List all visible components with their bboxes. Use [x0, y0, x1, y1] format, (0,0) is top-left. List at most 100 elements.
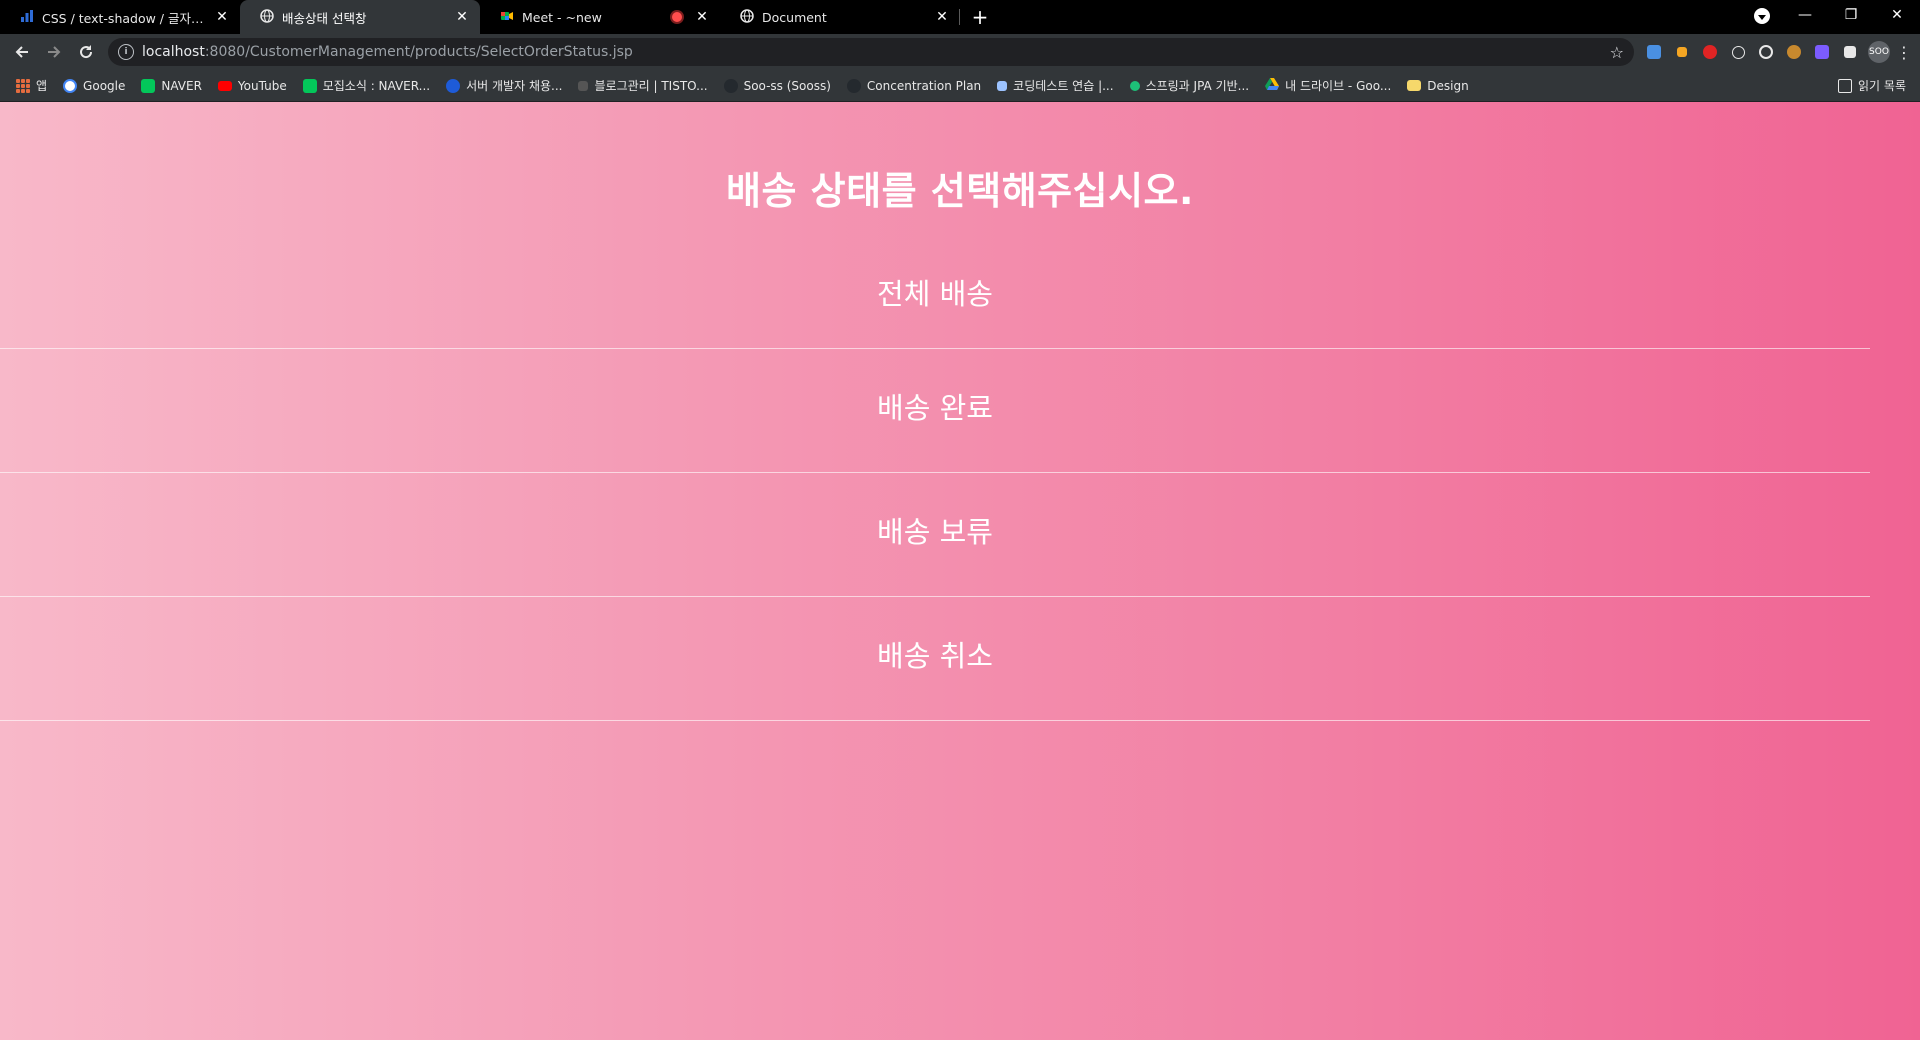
- react-devtools-icon[interactable]: [1725, 39, 1751, 65]
- inflearn-icon: [1129, 80, 1140, 91]
- window-controls: — ❐ ✕: [1782, 0, 1920, 30]
- bookmark-label: 코딩테스트 연습 |...: [1013, 79, 1114, 93]
- arrow-left-icon: [15, 46, 28, 58]
- address-bar[interactable]: i localhost:8080/CustomerManagement/prod…: [108, 38, 1634, 66]
- profile-avatar[interactable]: SOO: [1868, 41, 1890, 63]
- menu-kebab-icon[interactable]: ⋮: [1894, 43, 1914, 62]
- status-link-hold[interactable]: 배송 보류: [877, 509, 993, 551]
- status-item-all: 전체 배송: [0, 245, 1870, 349]
- bookmark-naver-recruit[interactable]: 모집소식 : NAVER...: [295, 77, 438, 94]
- bookmark-server-jobs[interactable]: 서버 개발자 채용...: [438, 77, 570, 94]
- forward-button[interactable]: [38, 36, 70, 68]
- bookmark-naver[interactable]: NAVER: [133, 78, 210, 93]
- bookmark-label: Concentration Plan: [866, 78, 982, 93]
- bookmarks-bar: 앱 Google NAVER YouTube 모집소식 : NAVER... 서…: [0, 70, 1920, 102]
- bookmark-google[interactable]: Google: [55, 78, 133, 93]
- status-link-complete[interactable]: 배송 완료: [877, 385, 993, 427]
- tab-meet[interactable]: Meet - ~new ✕: [480, 0, 720, 34]
- status-item-cancel: 배송 취소: [0, 597, 1870, 721]
- bookmark-label: YouTube: [237, 78, 287, 93]
- cookie-extension-icon[interactable]: [1781, 39, 1807, 65]
- drive-icon: [1265, 78, 1280, 93]
- tab-title: Meet - ~new: [522, 9, 602, 25]
- reload-button[interactable]: [70, 36, 102, 68]
- bookmark-inflearn[interactable]: 스프링과 JPA 기반...: [1122, 77, 1258, 94]
- youtube-icon: [217, 80, 232, 91]
- meet-icon: [500, 9, 514, 26]
- bookmark-folder-design[interactable]: Design: [1399, 79, 1476, 93]
- bookmark-star-icon[interactable]: ☆: [1610, 43, 1624, 62]
- tab-document[interactable]: Document ✕: [720, 0, 960, 34]
- bookmark-youtube[interactable]: YouTube: [210, 79, 295, 93]
- bookmark-label: Soo-ss (Sooss): [743, 78, 831, 93]
- new-tab-button[interactable]: +: [966, 3, 994, 31]
- github-icon: [846, 78, 861, 93]
- bookmark-label: 서버 개발자 채용...: [466, 79, 563, 93]
- page-viewport: 배송 상태를 선택해주십시오. 전체 배송 배송 완료 배송 보류 배송 취소: [0, 102, 1920, 1040]
- bookmark-apps[interactable]: 앱: [8, 77, 55, 94]
- tistory-icon: [578, 80, 589, 91]
- order-status-list: 전체 배송 배송 완료 배송 보류 배송 취소: [0, 245, 1870, 721]
- apps-grid-icon: [16, 78, 30, 93]
- browser-toolbar: i localhost:8080/CustomerManagement/prod…: [0, 34, 1920, 70]
- tab-title: CSS / text-shadow / 글자에 그림자: [42, 10, 206, 26]
- back-button[interactable]: [6, 36, 38, 68]
- tab-search-icon[interactable]: [1754, 8, 1770, 24]
- bookmark-label: 스프링과 JPA 기반...: [1145, 79, 1250, 93]
- minimize-button[interactable]: —: [1782, 0, 1828, 30]
- close-window-button[interactable]: ✕: [1874, 0, 1920, 30]
- adblock-extension-icon[interactable]: [1697, 39, 1723, 65]
- reload-icon: [80, 45, 93, 59]
- tab-order-status[interactable]: 배송상태 선택창 ✕: [240, 0, 480, 34]
- tab-css-text-shadow[interactable]: CSS / text-shadow / 글자에 그림자 ✕: [0, 0, 240, 34]
- tab-title: 배송상태 선택창: [282, 10, 367, 26]
- globe-icon: [740, 8, 754, 26]
- status-item-complete: 배송 완료: [0, 349, 1870, 473]
- arrow-right-icon: [48, 46, 61, 58]
- bar-chart-icon: [20, 9, 34, 26]
- download-extension-icon[interactable]: [1641, 39, 1667, 65]
- target-extension-icon[interactable]: [1753, 39, 1779, 65]
- folder-icon: [1407, 80, 1422, 91]
- bookmark-label: Google: [83, 78, 126, 93]
- naver-icon: [302, 78, 317, 93]
- close-tab-icon[interactable]: ✕: [694, 9, 710, 25]
- page-title: 배송 상태를 선택해주십시오.: [726, 169, 1194, 213]
- programmers-icon: [997, 80, 1008, 91]
- url-host: localhost: [142, 44, 205, 60]
- tab-strip: CSS / text-shadow / 글자에 그림자 ✕ 배송상태 선택창 ✕…: [0, 0, 1920, 34]
- bookmark-label: NAVER: [161, 78, 202, 93]
- naver-icon: [141, 78, 156, 93]
- github-icon: [723, 78, 738, 93]
- close-tab-icon[interactable]: ✕: [934, 9, 950, 25]
- reading-list-icon: [1838, 78, 1853, 93]
- bookmark-tistory[interactable]: 블로그관리 | TISTO...: [570, 77, 715, 94]
- close-tab-icon[interactable]: ✕: [214, 9, 230, 25]
- bookmark-concentration-plan[interactable]: Concentration Plan: [839, 78, 989, 93]
- recording-icon: [672, 12, 682, 22]
- bookmark-label: Design: [1427, 78, 1469, 93]
- tab-separator: [959, 9, 960, 25]
- restore-button[interactable]: ❐: [1828, 0, 1874, 30]
- bookmark-programmers[interactable]: 코딩테스트 연습 |...: [989, 77, 1121, 94]
- info-icon[interactable]: i: [118, 44, 134, 60]
- bookmark-google-drive[interactable]: 내 드라이브 - Goo...: [1257, 77, 1399, 94]
- reading-list-label: 읽기 목록: [1858, 79, 1906, 93]
- globe-icon: [260, 8, 274, 26]
- status-link-all[interactable]: 전체 배송: [877, 271, 993, 313]
- tag-extension-icon[interactable]: [1669, 39, 1695, 65]
- close-tab-icon[interactable]: ✕: [454, 9, 470, 25]
- bookmark-label: 블로그관리 | TISTO...: [594, 79, 708, 93]
- status-item-hold: 배송 보류: [0, 473, 1870, 597]
- screen-extension-icon[interactable]: [1809, 39, 1835, 65]
- bookmark-label: 모집소식 : NAVER...: [322, 79, 431, 93]
- reading-list-button[interactable]: 읽기 목록: [1838, 77, 1912, 94]
- google-icon: [63, 78, 78, 93]
- puzzle-extensions-icon[interactable]: [1837, 39, 1863, 65]
- tab-title: Document: [762, 9, 827, 25]
- status-link-cancel[interactable]: 배송 취소: [877, 633, 993, 675]
- bookmark-label: 내 드라이브 - Goo...: [1285, 79, 1392, 93]
- dots-icon: [446, 78, 461, 93]
- bookmark-github-sooss[interactable]: Soo-ss (Sooss): [716, 78, 839, 93]
- url-path: :8080/CustomerManagement/products/Select…: [204, 44, 633, 60]
